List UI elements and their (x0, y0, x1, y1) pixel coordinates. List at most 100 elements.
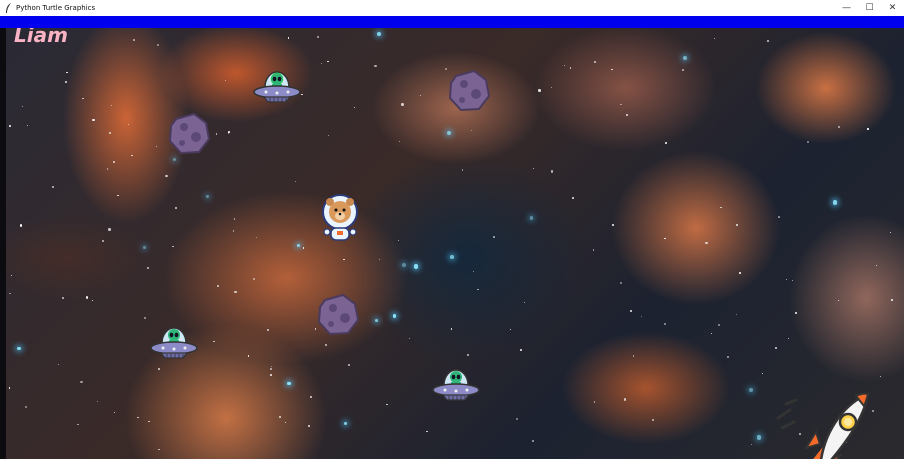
star (279, 415, 282, 418)
close-button[interactable]: ✕ (881, 0, 904, 16)
star (778, 216, 780, 219)
star (450, 255, 454, 259)
star (875, 264, 877, 267)
star (106, 168, 109, 170)
star (284, 421, 286, 424)
star (711, 332, 713, 334)
star (302, 247, 304, 249)
star (109, 132, 112, 134)
star (215, 133, 218, 135)
star (101, 239, 104, 243)
star (492, 236, 495, 239)
star (620, 103, 622, 105)
ufo-alien-icon (150, 327, 198, 359)
star (832, 200, 838, 205)
star (461, 169, 464, 171)
star (651, 419, 654, 422)
app-feather-icon (6, 3, 11, 13)
star (10, 274, 12, 276)
star (664, 323, 667, 326)
star (142, 245, 147, 250)
minimize-button[interactable]: — (835, 0, 858, 16)
star (267, 328, 270, 331)
star (86, 296, 89, 299)
star (538, 89, 541, 92)
star (470, 129, 472, 132)
star (270, 368, 273, 371)
star (681, 68, 685, 72)
star (143, 317, 146, 319)
star (25, 406, 28, 409)
window-controls: — ☐ ✕ (835, 0, 904, 16)
star (682, 56, 687, 61)
star (270, 373, 272, 376)
star (82, 97, 84, 100)
star (205, 194, 210, 199)
star (509, 329, 512, 331)
star (52, 185, 55, 188)
star (233, 218, 236, 220)
star (309, 396, 312, 398)
star (8, 387, 10, 389)
star (757, 435, 762, 440)
star (156, 43, 159, 47)
star (761, 373, 763, 375)
game-canvas[interactable]: Liam (6, 28, 904, 459)
star (623, 398, 626, 401)
star (472, 271, 474, 273)
star (22, 106, 24, 107)
star (96, 401, 98, 403)
star (111, 104, 113, 106)
star (19, 224, 23, 227)
star (632, 355, 635, 357)
star (321, 62, 323, 64)
star (270, 365, 272, 367)
star (62, 297, 65, 300)
star (408, 337, 410, 339)
ufo-alien-icon (432, 369, 480, 401)
star (232, 230, 234, 232)
star (619, 282, 622, 285)
star (523, 302, 525, 304)
star (92, 118, 95, 121)
ufo-alien-icon (253, 71, 301, 103)
star (738, 272, 741, 274)
star (787, 337, 790, 340)
star (593, 401, 596, 403)
star (413, 264, 419, 269)
star (386, 404, 388, 406)
star (750, 444, 752, 446)
star (569, 67, 572, 69)
star (158, 367, 161, 370)
star (392, 314, 397, 318)
star (287, 37, 290, 39)
star (325, 343, 328, 346)
star (9, 125, 11, 127)
star (108, 228, 111, 231)
star (91, 299, 93, 301)
star (563, 64, 565, 66)
star (531, 439, 534, 442)
asteroid-icon (317, 293, 360, 336)
star (116, 194, 119, 197)
star (131, 154, 133, 157)
star (641, 315, 643, 317)
star (347, 363, 350, 366)
star (343, 421, 347, 426)
star (234, 290, 237, 293)
star (175, 207, 178, 210)
star (705, 242, 708, 245)
star (328, 135, 330, 137)
star (165, 174, 168, 178)
star (791, 279, 793, 281)
star (550, 86, 552, 88)
maximize-button[interactable]: ☐ (858, 0, 881, 16)
star (66, 71, 68, 74)
star (550, 170, 553, 173)
star (612, 223, 615, 226)
star (353, 106, 355, 108)
star (374, 64, 377, 67)
star (317, 35, 320, 38)
star (307, 425, 310, 428)
star (397, 239, 400, 242)
